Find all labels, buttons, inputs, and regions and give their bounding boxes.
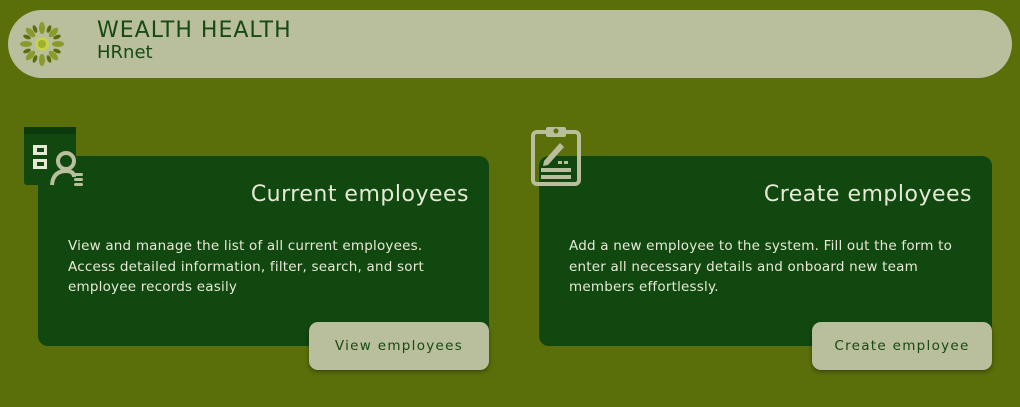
card-title: Create employees xyxy=(763,182,972,207)
app-title: WEALTH HEALTH xyxy=(97,18,292,43)
card-title: Current employees xyxy=(250,182,469,207)
leaf-wreath-logo-icon xyxy=(20,22,64,66)
brand: WEALTH HEALTH HRnet xyxy=(97,20,292,62)
current-employees-card: Current employees View and manage the li… xyxy=(38,156,489,346)
create-employees-card: Create employees Add a new employee to t… xyxy=(539,156,992,346)
employee-list-icon xyxy=(24,127,83,186)
view-employees-button[interactable]: View employees xyxy=(309,322,489,370)
card-description: View and manage the list of all current … xyxy=(68,238,424,295)
card-description: Add a new employee to the system. Fill o… xyxy=(569,238,953,295)
clipboard-edit-icon xyxy=(531,127,581,186)
app-header: WEALTH HEALTH HRnet xyxy=(8,10,1012,78)
create-employee-button[interactable]: Create employee xyxy=(812,322,992,370)
app-subtitle: HRnet xyxy=(97,42,153,63)
